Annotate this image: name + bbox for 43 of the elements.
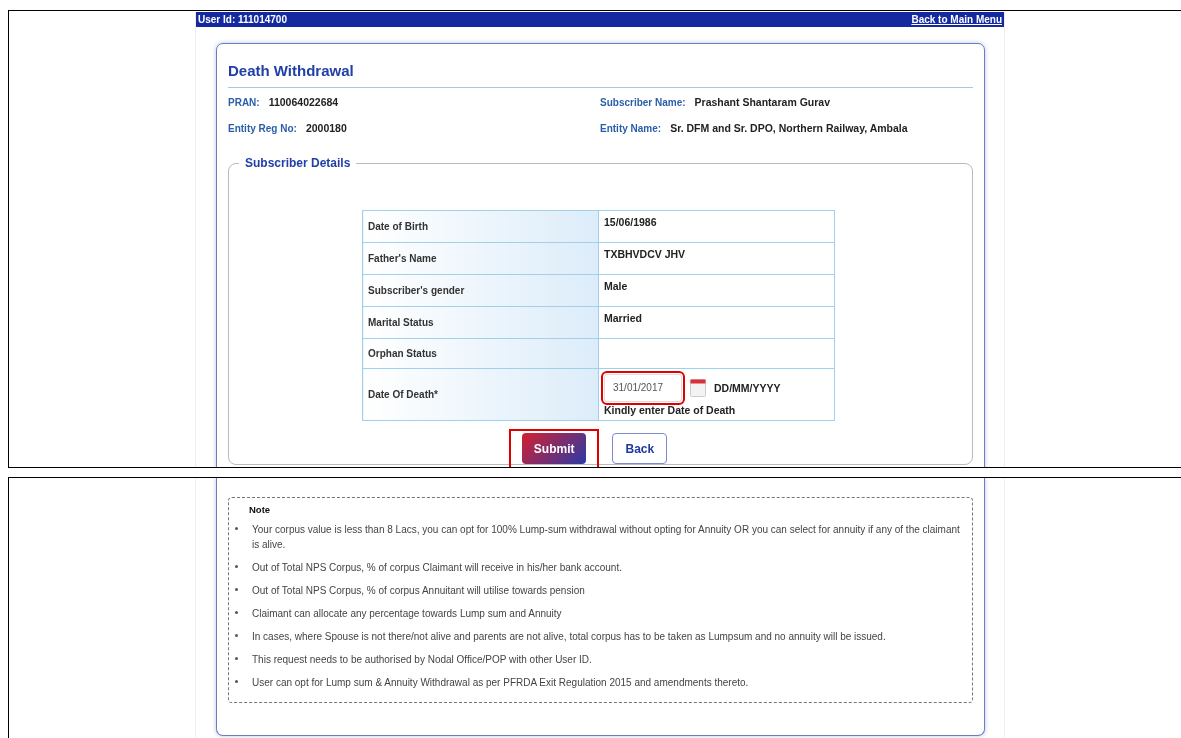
submit-button[interactable]: Submit: [521, 433, 587, 464]
note-title: Note: [249, 504, 272, 515]
table-value-cell: 15/06/1986: [598, 210, 835, 243]
table-label-cell: Father's Name: [362, 242, 599, 275]
bullet-icon: [235, 657, 238, 660]
table-value-cell: Married: [598, 306, 835, 339]
info-value: Prashant Shantaram Gurav: [694, 96, 830, 108]
table-value-cell: Male: [598, 274, 835, 307]
back-to-main-menu-link[interactable]: Back to Main Menu: [911, 14, 1002, 25]
info-value: 110064022684: [268, 96, 339, 108]
user-id-label: User Id: 111014700: [198, 14, 287, 25]
note-item: Out of Total NPS Corpus, % of corpus Annuitant will utilise towards pension: [252, 584, 585, 598]
table-label-cell: Marital Status: [362, 306, 599, 339]
page-title: Death Withdrawal: [228, 62, 973, 88]
bullet-icon: [235, 588, 238, 591]
bullet-icon: [235, 565, 238, 568]
date-field[interactable]: 31/01/2017: [604, 373, 682, 402]
note-item: User can opt for Lump sum & Annuity Withdrawal as per PFRDA Exit Regulation 2015 and amendments thereto.: [252, 676, 749, 690]
table-label-cell: Orphan Status: [362, 338, 599, 369]
table-label-cell: Date of Birth: [362, 210, 599, 243]
bullet-icon: [235, 634, 238, 637]
note-item: This request needs to be authorised by Nodal Office/POP with other User ID.: [252, 653, 592, 667]
bullet-icon: [235, 527, 238, 530]
table-label-cell: Date Of Death*: [362, 368, 599, 421]
date-format-hint: DD/MM/YYYY: [714, 381, 781, 394]
info-label: Entity Name:: [600, 123, 662, 134]
note-item: Your corpus value is less than 8 Lacs, you can opt for 100% Lump-sum withdrawal without opting for Annuity OR you can select for annuity if any of the claimant is alive.: [252, 523, 961, 552]
info-label: Entity Reg No:: [228, 123, 297, 134]
note-item: Out of Total NPS Corpus, % of corpus Claimant will receive in his/her bank account.: [252, 561, 622, 575]
table-value-cell: TXBHVDCV JHV: [598, 242, 835, 275]
bullet-icon: [235, 611, 238, 614]
note-item: In cases, where Spouse is not there/not alive and parents are not alive, total corpus has to be taken as Lumpsum and no annuity will be issued.: [252, 630, 886, 644]
fieldset-legend: Subscriber Details: [239, 156, 357, 170]
date-of-death-hint: Kindly enter Date of Death: [604, 403, 737, 416]
info-label: PRAN:: [228, 97, 260, 108]
note-item: Claimant can allocate any percentage towards Lump sum and Annuity: [252, 607, 562, 621]
back-button[interactable]: Back: [612, 433, 668, 464]
bullet-icon: [235, 680, 238, 683]
info-value: Sr. DFM and Sr. DPO, Northern Railway, Ambala: [670, 122, 908, 134]
info-label: Subscriber Name:: [600, 97, 686, 108]
table-label-cell: Subscriber's gender: [362, 274, 599, 307]
calendar-icon[interactable]: [690, 378, 706, 397]
info-value: 2000180: [305, 122, 347, 134]
